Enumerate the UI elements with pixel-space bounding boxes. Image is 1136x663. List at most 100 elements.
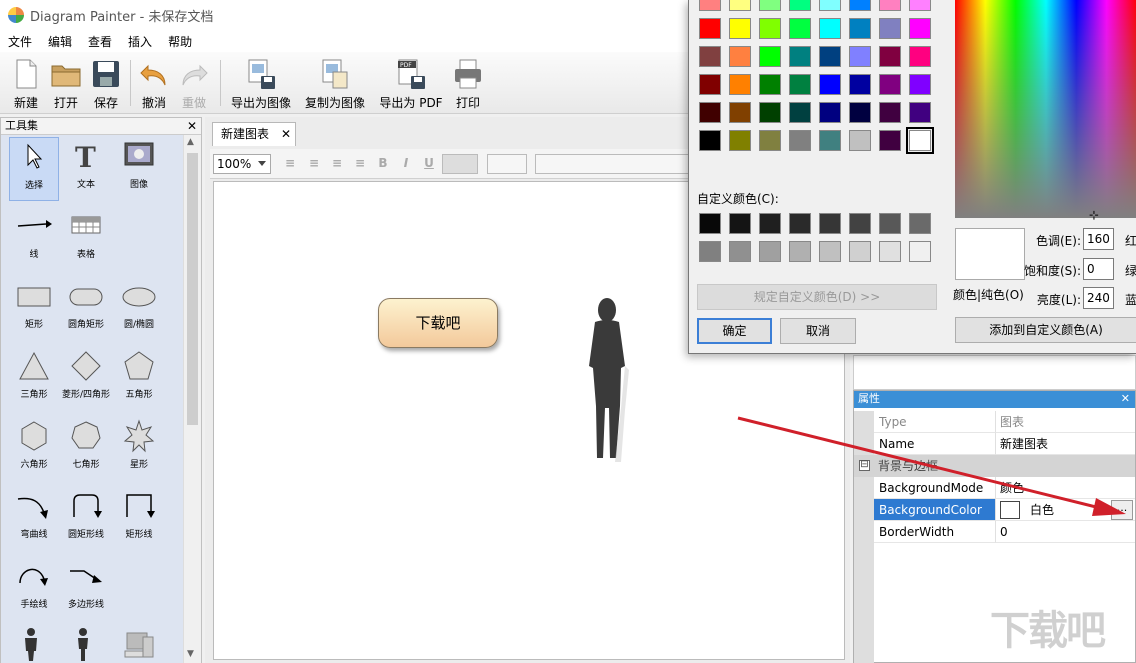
basic-color-swatch[interactable] [849, 18, 871, 39]
export-image-button[interactable]: 导出为图像 [228, 56, 294, 112]
basic-color-swatch[interactable] [759, 130, 781, 151]
undo-button[interactable]: 撤消 [134, 56, 174, 112]
saturation-input[interactable]: 0 [1083, 258, 1114, 280]
computer-icon[interactable] [123, 627, 157, 661]
rounded-rectangle-shape[interactable]: 下载吧 [378, 298, 498, 348]
menu-file[interactable]: 文件 [0, 33, 40, 50]
custom-color-swatch[interactable] [849, 241, 871, 262]
woman-silhouette-shape[interactable] [585, 296, 635, 462]
close-icon[interactable]: ✕ [187, 118, 197, 134]
basic-color-swatch[interactable] [759, 74, 781, 95]
align-center-icon[interactable]: ≡ [307, 156, 321, 172]
tab-new-diagram[interactable]: 新建图表 ✕ [212, 122, 296, 146]
basic-color-swatch[interactable] [699, 130, 721, 151]
prop-row-border-width[interactable]: BorderWidth 0 [854, 521, 1135, 543]
define-custom-colors-button[interactable]: 规定自定义颜色(D) >> [697, 284, 937, 310]
basic-color-swatch[interactable] [819, 74, 841, 95]
basic-color-swatch[interactable] [879, 0, 901, 11]
redo-button[interactable]: 重做 [174, 56, 214, 112]
align-left-icon[interactable]: ≡ [283, 156, 297, 172]
ok-button[interactable]: 确定 [697, 318, 772, 344]
tool-select[interactable]: 选择 [9, 137, 59, 201]
tool-text[interactable]: T 文本 [61, 137, 111, 201]
menu-insert[interactable]: 插入 [120, 33, 160, 50]
basic-color-swatch[interactable] [909, 102, 931, 123]
tab-close-icon[interactable]: ✕ [281, 123, 291, 145]
basic-color-swatch[interactable] [819, 0, 841, 11]
basic-color-swatch[interactable] [729, 102, 751, 123]
collapse-toggle-icon[interactable]: ⊟ [859, 460, 870, 471]
custom-color-swatch[interactable] [759, 213, 781, 234]
tool-ellipse[interactable]: 圆/椭圆 [114, 277, 164, 341]
basic-color-swatch[interactable] [819, 18, 841, 39]
copy-image-button[interactable]: 复制为图像 [302, 56, 368, 112]
toolbox-scrollbar[interactable]: ▲ ▼ [183, 135, 201, 663]
custom-color-swatch[interactable] [819, 213, 841, 234]
basic-color-swatch[interactable] [699, 102, 721, 123]
basic-color-swatch[interactable] [759, 102, 781, 123]
tool-elbow-line[interactable]: 矩形线 [114, 487, 164, 551]
tool-image[interactable]: 图像 [114, 137, 164, 201]
basic-color-swatch[interactable] [729, 74, 751, 95]
basic-color-swatch[interactable] [819, 46, 841, 67]
italic-button[interactable]: I [399, 156, 413, 172]
basic-color-swatch[interactable] [849, 74, 871, 95]
basic-color-swatch[interactable] [909, 46, 931, 67]
basic-color-swatch[interactable] [699, 46, 721, 67]
print-button[interactable]: 打印 [448, 56, 488, 112]
align-right-icon[interactable]: ≡ [330, 156, 344, 172]
basic-color-swatch[interactable] [789, 46, 811, 67]
custom-color-swatch[interactable] [909, 241, 931, 262]
prop-row-background-mode[interactable]: BackgroundMode 颜色 [854, 477, 1135, 499]
color-picker-ellipsis-button[interactable]: ... [1111, 500, 1133, 520]
zoom-select[interactable]: 100% [213, 154, 271, 174]
close-icon[interactable]: ✕ [1121, 391, 1130, 407]
font-size-select[interactable] [487, 154, 527, 174]
tool-hexagon[interactable]: 六角形 [9, 417, 59, 481]
tool-polyline[interactable]: 多边形线 [61, 557, 111, 621]
basic-color-swatch[interactable] [819, 130, 841, 151]
custom-color-swatch[interactable] [789, 241, 811, 262]
tool-curved-line[interactable]: 弯曲线 [9, 487, 59, 551]
basic-color-swatch[interactable] [789, 102, 811, 123]
tool-rounded-rectangle[interactable]: 圆角矩形 [61, 277, 111, 341]
custom-color-swatch[interactable] [759, 241, 781, 262]
menu-edit[interactable]: 编辑 [40, 33, 80, 50]
hue-input[interactable]: 160 [1083, 228, 1114, 250]
basic-color-swatch[interactable] [699, 0, 721, 11]
custom-color-swatch[interactable] [699, 241, 721, 262]
basic-color-swatch[interactable] [819, 102, 841, 123]
basic-color-swatch[interactable] [909, 0, 931, 11]
custom-color-swatch[interactable] [879, 241, 901, 262]
tool-rounded-elbow-line[interactable]: 圆矩形线 [61, 487, 111, 551]
tool-rectangle[interactable]: 矩形 [9, 277, 59, 341]
basic-color-swatch[interactable] [789, 18, 811, 39]
custom-color-swatch[interactable] [849, 213, 871, 234]
basic-color-swatch[interactable] [699, 18, 721, 39]
basic-color-swatch[interactable] [699, 74, 721, 95]
tool-pentagon[interactable]: 五角形 [114, 347, 164, 411]
woman-silhouette-icon[interactable] [73, 627, 93, 661]
person-silhouette-icon[interactable] [21, 627, 41, 661]
basic-color-swatch[interactable] [729, 18, 751, 39]
basic-color-swatch[interactable] [906, 127, 934, 154]
basic-color-swatch[interactable] [729, 46, 751, 67]
basic-color-swatch[interactable] [789, 0, 811, 11]
basic-color-swatch[interactable] [789, 74, 811, 95]
menu-help[interactable]: 帮助 [160, 33, 200, 50]
tool-triangle[interactable]: 三角形 [9, 347, 59, 411]
basic-color-swatch[interactable] [909, 18, 931, 39]
prop-category-background[interactable]: ⊟ 背景与边框 [854, 455, 1135, 477]
custom-color-swatch[interactable] [729, 213, 751, 234]
basic-color-swatch[interactable] [879, 130, 901, 151]
new-button[interactable]: 新建 [6, 56, 46, 112]
tool-line[interactable]: 线 [9, 207, 59, 271]
export-pdf-button[interactable]: PDF 导出为 PDF [376, 56, 446, 112]
basic-color-swatch[interactable] [729, 0, 751, 11]
basic-color-swatch[interactable] [849, 130, 871, 151]
custom-color-swatch[interactable] [909, 213, 931, 234]
scrollbar-thumb[interactable] [187, 153, 198, 425]
prop-row-background-color[interactable]: BackgroundColor 白色... [854, 499, 1135, 521]
basic-color-swatch[interactable] [729, 130, 751, 151]
scroll-up-icon[interactable]: ▲ [187, 137, 194, 147]
